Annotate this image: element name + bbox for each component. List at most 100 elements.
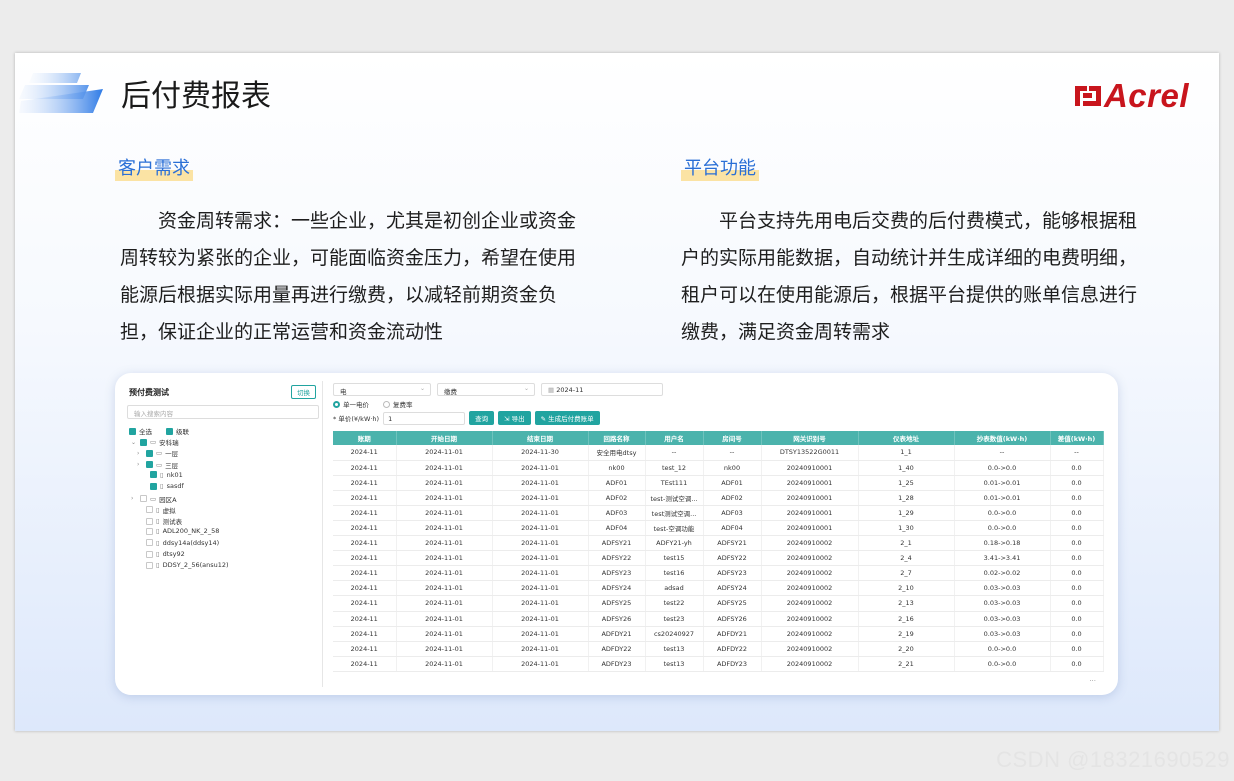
single-price-radio[interactable]: 单一电价: [333, 399, 369, 409]
meter-icon: ▯: [156, 527, 160, 536]
table-row[interactable]: 2024-11 2024-11-01 2024-11-01 ADFSY26 test23…: [333, 611, 1104, 627]
tree-node-checkbox[interactable]: [140, 438, 147, 446]
table-cell: 2024-11-01: [492, 490, 589, 506]
month-picker[interactable]: ▦ 2024-11: [541, 383, 663, 396]
meter-icon: ▯: [160, 470, 164, 479]
folder-icon: ▭: [150, 494, 157, 503]
tree-node[interactable]: ▯ ddsy14a(ddsy14): [137, 539, 219, 547]
table-row[interactable]: 2024-11 2024-11-01 2024-11-30 安全用电dtsy -- -- D…: [333, 445, 1104, 461]
column-header[interactable]: 抄表数值(kW·h): [954, 431, 1051, 445]
month-value: 2024-11: [556, 386, 584, 394]
export-button[interactable]: ⇲ 导出: [498, 411, 531, 425]
tree-node-checkbox[interactable]: [150, 482, 157, 490]
tree-node[interactable]: › ▭ 三层: [137, 460, 178, 470]
tree-node[interactable]: ▯ 测试表: [137, 516, 182, 526]
tree-node[interactable]: ▯ nk01: [141, 471, 183, 479]
tree-node-checkbox[interactable]: [146, 550, 153, 558]
tree-node[interactable]: ⌄ ▭ 安科瑞: [131, 437, 179, 447]
column-header[interactable]: 回路名称: [588, 431, 646, 445]
table-row[interactable]: 2024-11 2024-11-01 2024-11-01 ADF02 test-测试空…: [333, 490, 1104, 506]
tree-node-checkbox[interactable]: [140, 495, 147, 502]
tree-node[interactable]: ▯ 虚拟: [137, 505, 176, 515]
tree-node-label: DDSY_2_56(ansu12): [162, 561, 229, 570]
table-cell: 2024-11: [333, 641, 397, 657]
column-header[interactable]: 用户名: [645, 431, 704, 445]
table-cell: 2024-11: [333, 445, 397, 461]
table-row[interactable]: 2024-11 2024-11-01 2024-11-01 ADF03 test测试空调…: [333, 505, 1104, 521]
tree-node[interactable]: ▯ dtsy92: [137, 550, 185, 558]
table-row[interactable]: 2024-11 2024-11-01 2024-11-01 nk00 test_12 nk…: [333, 460, 1104, 476]
table-cell: 2024-11-01: [396, 490, 493, 506]
table-row[interactable]: 2024-11 2024-11-01 2024-11-01 ADFDY22 test13…: [333, 641, 1104, 657]
column-header[interactable]: 仪表地址: [858, 431, 955, 445]
generate-bill-button[interactable]: ✎ 生成后付费账单: [534, 411, 600, 425]
platform-function-text: 平台支持先用电后交费的后付费模式，能够根据租户的实际用能数据，自动统计并生成详细…: [681, 210, 1138, 343]
column-header[interactable]: 网关识别号: [761, 431, 859, 445]
table-cell: ADFSY22: [588, 550, 646, 567]
platform-function-heading: 平台功能: [681, 157, 759, 181]
tree-node-checkbox[interactable]: [150, 471, 157, 479]
tree-node-checkbox[interactable]: [146, 449, 153, 457]
linkage-checkbox[interactable]: [166, 427, 173, 435]
table-row[interactable]: 2024-11 2024-11-01 2024-11-01 ADFDY23 test13…: [333, 656, 1104, 672]
customer-needs-text: 资金周转需求：一些企业，尤其是初创企业或资金周转较为紧张的企业，可能面临资金压力…: [120, 210, 577, 343]
table-row[interactable]: 2024-11 2024-11-01 2024-11-01 ADF01 TEst111 A…: [333, 475, 1104, 491]
table-cell: 0.18->0.18: [954, 535, 1051, 552]
slide: 后付费报表 Acrel 客户需求 资金周转需求：一些企业，尤其是初创企业或资金周…: [15, 53, 1219, 731]
chevron-down-icon[interactable]: ⌄: [131, 439, 137, 446]
table-row[interactable]: 2024-11 2024-11-01 2024-11-01 ADFSY23 test16…: [333, 565, 1104, 582]
tree-node-checkbox[interactable]: [146, 527, 153, 535]
table-cell: 2024-11: [333, 656, 397, 672]
price-input[interactable]: 1: [383, 411, 466, 425]
table-cell: 20240910002: [761, 626, 859, 642]
energy-type-select[interactable]: 电 ⌄: [333, 383, 431, 396]
multi-rate-radio[interactable]: 复费率: [383, 399, 413, 409]
table-cell: 0.0: [1050, 580, 1104, 597]
column-header[interactable]: 结束日期: [492, 431, 589, 445]
tree-node-checkbox[interactable]: [146, 506, 153, 514]
table-row[interactable]: 2024-11 2024-11-01 2024-11-01 ADFSY25 test22…: [333, 595, 1104, 612]
column-header[interactable]: 差值(kW·h): [1050, 431, 1104, 445]
table-cell: 0.0: [1050, 626, 1104, 642]
calendar-icon: ▦: [548, 386, 555, 394]
table-row[interactable]: 2024-11 2024-11-01 2024-11-01 ADFSY21 ADFY21…: [333, 535, 1104, 552]
tree-node[interactable]: ▯ ADL200_NK_2_58: [137, 527, 219, 535]
tree-node-checkbox[interactable]: [146, 561, 153, 569]
table-row[interactable]: 2024-11 2024-11-01 2024-11-01 ADFSY24 adsad A…: [333, 580, 1104, 597]
column-header[interactable]: 房间号: [703, 431, 762, 445]
column-header[interactable]: 开始日期: [396, 431, 493, 445]
query-button[interactable]: 查询: [469, 411, 495, 425]
tree-node[interactable]: › ▭ 园区A: [131, 494, 177, 504]
table-cell: 2024-11-01: [396, 505, 493, 521]
tree-node-label: 三层: [165, 461, 179, 470]
table-row[interactable]: 2024-11 2024-11-01 2024-11-01 ADF04 test-空调功…: [333, 520, 1104, 537]
watermark: CSDN @18321690529: [996, 747, 1230, 772]
tree-node[interactable]: ▯ sasdf: [141, 482, 184, 490]
table-cell: 2024-11-01: [492, 641, 589, 657]
table-cell: 2024-11-01: [396, 535, 493, 552]
tree-node-checkbox[interactable]: [146, 539, 153, 547]
column-header[interactable]: 账期: [333, 431, 397, 445]
table-cell: 2024-11-01: [396, 445, 493, 461]
table-row[interactable]: 2024-11 2024-11-01 2024-11-01 ADFDY21 cs2024…: [333, 626, 1104, 642]
tree-node-checkbox[interactable]: [146, 517, 153, 525]
tree-search-input[interactable]: 输入搜索内容: [127, 405, 319, 419]
table-cell: 2024-11: [333, 580, 397, 597]
chevron-right-icon[interactable]: ›: [137, 461, 143, 468]
table-cell: 2_4: [858, 550, 955, 567]
table-row[interactable]: 2024-11 2024-11-01 2024-11-01 ADFSY22 test15…: [333, 550, 1104, 567]
table-cell: ADFDY22: [588, 641, 646, 657]
select-all-checkbox[interactable]: [129, 427, 136, 435]
chevron-right-icon[interactable]: ›: [131, 495, 137, 502]
table-cell: 0.0: [1050, 460, 1104, 476]
fee-type-select[interactable]: 缴费 ⌄: [437, 383, 535, 396]
app-screenshot: 预付费测试 切换 输入搜索内容 全选 级联 ⌄ ▭ 安科瑞 › ▭ 一层 › ▭ 三层 ▯ nk01…: [115, 373, 1118, 695]
table-cell: 3.41->3.41: [954, 550, 1051, 567]
table-cell: 0.0: [1050, 490, 1104, 506]
tree-node[interactable]: › ▭ 一层: [137, 448, 178, 458]
pagination[interactable]: ...: [1089, 675, 1096, 683]
switch-button[interactable]: 切换: [291, 385, 316, 399]
tree-node[interactable]: ▯ DDSY_2_56(ansu12): [137, 561, 229, 569]
tree-node-checkbox[interactable]: [146, 461, 153, 469]
chevron-right-icon[interactable]: ›: [137, 450, 143, 457]
